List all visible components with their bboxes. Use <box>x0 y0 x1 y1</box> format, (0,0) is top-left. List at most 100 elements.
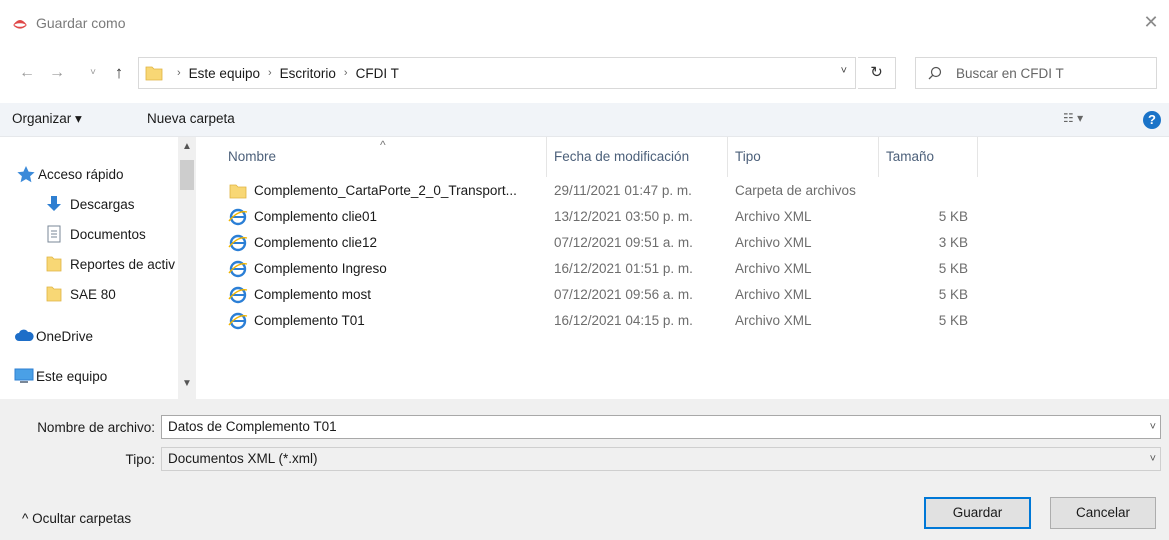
cancel-button[interactable]: Cancelar <box>1050 497 1156 529</box>
file-size: 5 KB <box>938 261 968 276</box>
file-name: Complemento most <box>254 287 372 302</box>
file-size: 3 KB <box>938 235 968 250</box>
file-date: 16/12/2021 04:15 p. m. <box>554 313 693 328</box>
column-header-type[interactable]: Tipo <box>729 137 879 177</box>
sidebar-item-label: Acceso rápido <box>38 166 124 182</box>
scroll-down-arrow[interactable]: ▼ <box>178 378 196 389</box>
folder-icon <box>46 256 62 272</box>
recent-locations-icon[interactable]: ˅ <box>86 61 100 85</box>
nav-scrollbar[interactable]: ▲ ▼ <box>178 137 196 399</box>
new-folder-button[interactable]: Nueva carpeta <box>147 111 235 126</box>
sidebar-item-this-pc[interactable]: Este equipo <box>14 363 108 389</box>
ie-xml-icon <box>228 312 248 330</box>
breadcrumb-separator: › <box>177 67 181 79</box>
star-icon <box>17 166 35 183</box>
file-size: 5 KB <box>938 287 968 302</box>
forward-icon[interactable]: → <box>46 61 68 85</box>
filename-input[interactable]: Datos de Complemento T01 ˅ <box>161 415 1161 439</box>
breadcrumb-item[interactable]: Este equipo <box>189 66 260 81</box>
table-row[interactable]: Complemento most 07/12/2021 09:56 a. m. Ar… <box>222 283 982 307</box>
sidebar-item-documents[interactable]: Documentos <box>44 221 146 247</box>
file-name: Complemento_CartaPorte_2_0_Transport... <box>254 183 517 198</box>
table-row[interactable]: Complemento T01 16/12/2021 04:15 p. m. Arc… <box>222 309 982 333</box>
breadcrumb-separator[interactable]: › <box>268 67 272 79</box>
hide-folders-toggle[interactable]: ^ Ocultar carpetas <box>22 511 131 526</box>
close-icon[interactable]: ✕ <box>1141 12 1161 32</box>
title-bar: Guardar como ✕ <box>0 0 1169 46</box>
sidebar-item-reportes[interactable]: Reportes de activ <box>44 251 175 277</box>
file-type: Archivo XML <box>735 261 812 276</box>
save-panel: Nombre de archivo: Datos de Complemento … <box>0 399 1169 540</box>
table-row[interactable]: Complemento clie01 13/12/2021 03:50 p. m.… <box>222 205 982 229</box>
column-header-date[interactable]: Fecha de modificación <box>548 137 728 177</box>
address-row: ← → ˅ ↑ › Este equipo › Escritorio › CFD… <box>0 55 1169 91</box>
file-name: Complemento clie12 <box>254 235 378 250</box>
window-title: Guardar como <box>36 15 126 31</box>
view-options-icon[interactable]: ☷ ▾ <box>1063 111 1083 125</box>
file-name-cell: Complemento clie12 <box>228 231 548 255</box>
file-date: 07/12/2021 09:51 a. m. <box>554 235 693 250</box>
back-icon[interactable]: ← <box>16 61 38 85</box>
file-date: 13/12/2021 03:50 p. m. <box>554 209 693 224</box>
table-row[interactable]: Complemento clie12 07/12/2021 09:51 a. m.… <box>222 231 982 255</box>
chevron-down-icon[interactable]: ˅ <box>841 65 847 77</box>
chevron-down-icon[interactable]: ˅ <box>1150 448 1156 470</box>
file-type: Archivo XML <box>735 235 812 250</box>
organize-button[interactable]: Organizar ▾ <box>12 111 82 127</box>
file-type: Archivo XML <box>735 313 812 328</box>
file-type: Archivo XML <box>735 287 812 302</box>
folder-icon <box>145 66 163 81</box>
filename-value: Datos de Complemento T01 <box>168 419 337 434</box>
column-header-name[interactable]: ^ Nombre <box>222 137 547 177</box>
sidebar-item-label: Este equipo <box>36 368 108 384</box>
sidebar-item-label: Descargas <box>70 196 135 212</box>
sidebar-item-quick-access[interactable]: Acceso rápido <box>17 161 124 187</box>
breadcrumb-separator[interactable]: › <box>344 67 348 79</box>
filename-label: Nombre de archivo: <box>37 420 155 435</box>
chevron-down-icon[interactable]: ˅ <box>1150 416 1156 438</box>
table-row[interactable]: Complemento Ingreso 16/12/2021 01:51 p. m… <box>222 257 982 281</box>
search-placeholder: Buscar en CFDI T <box>956 65 1064 81</box>
sidebar-item-sae80[interactable]: SAE 80 <box>44 281 116 307</box>
app-icon <box>13 20 27 29</box>
file-name-cell: Complemento T01 <box>228 309 548 333</box>
download-icon <box>47 196 61 211</box>
ie-xml-icon <box>228 286 248 304</box>
help-icon[interactable]: ? <box>1143 111 1161 129</box>
folder-icon <box>46 286 62 302</box>
file-date: 16/12/2021 01:51 p. m. <box>554 261 693 276</box>
file-name-cell: Complemento Ingreso <box>228 257 548 281</box>
file-size: 5 KB <box>938 313 968 328</box>
ie-xml-icon <box>228 234 248 252</box>
filetype-value: Documentos XML (*.xml) <box>168 451 318 466</box>
sort-ascending-icon: ^ <box>380 138 386 152</box>
column-header-size[interactable]: Tamaño <box>880 137 978 177</box>
cloud-icon <box>15 329 34 341</box>
scroll-thumb[interactable] <box>180 160 194 190</box>
file-name-cell: Complemento most <box>228 283 548 307</box>
breadcrumb-item[interactable]: Escritorio <box>280 66 336 81</box>
refresh-button[interactable]: ↻ <box>858 57 896 89</box>
address-bar[interactable]: › Este equipo › Escritorio › CFDI T ˅ <box>138 57 856 89</box>
sidebar-item-label: Reportes de activ <box>70 256 176 272</box>
file-name: Complemento clie01 <box>254 209 378 224</box>
file-name-cell: Complemento_CartaPorte_2_0_Transport... <box>228 179 548 203</box>
file-name-cell: Complemento clie01 <box>228 205 548 229</box>
table-row[interactable]: Complemento_CartaPorte_2_0_Transport... 2… <box>222 179 982 203</box>
up-icon[interactable]: ↑ <box>108 61 130 85</box>
save-button[interactable]: Guardar <box>924 497 1031 529</box>
breadcrumb-item[interactable]: CFDI T <box>356 66 399 81</box>
scroll-up-arrow[interactable]: ▲ <box>178 141 196 152</box>
sidebar-item-downloads[interactable]: Descargas <box>44 191 135 217</box>
toolbar: Organizar ▾ Nueva carpeta ☷ ▾ ? <box>0 103 1169 137</box>
filetype-label: Tipo: <box>125 452 155 467</box>
filetype-select[interactable]: Documentos XML (*.xml) ˅ <box>161 447 1161 471</box>
sidebar-item-label: OneDrive <box>36 328 94 344</box>
folder-icon <box>229 184 247 199</box>
search-input[interactable]: Buscar en CFDI T <box>915 57 1157 89</box>
file-size <box>886 179 968 203</box>
ie-xml-icon <box>228 208 248 226</box>
file-name: Complemento Ingreso <box>254 261 387 276</box>
sidebar-item-onedrive[interactable]: OneDrive <box>15 323 94 349</box>
file-date: 29/11/2021 01:47 p. m. <box>554 183 692 198</box>
